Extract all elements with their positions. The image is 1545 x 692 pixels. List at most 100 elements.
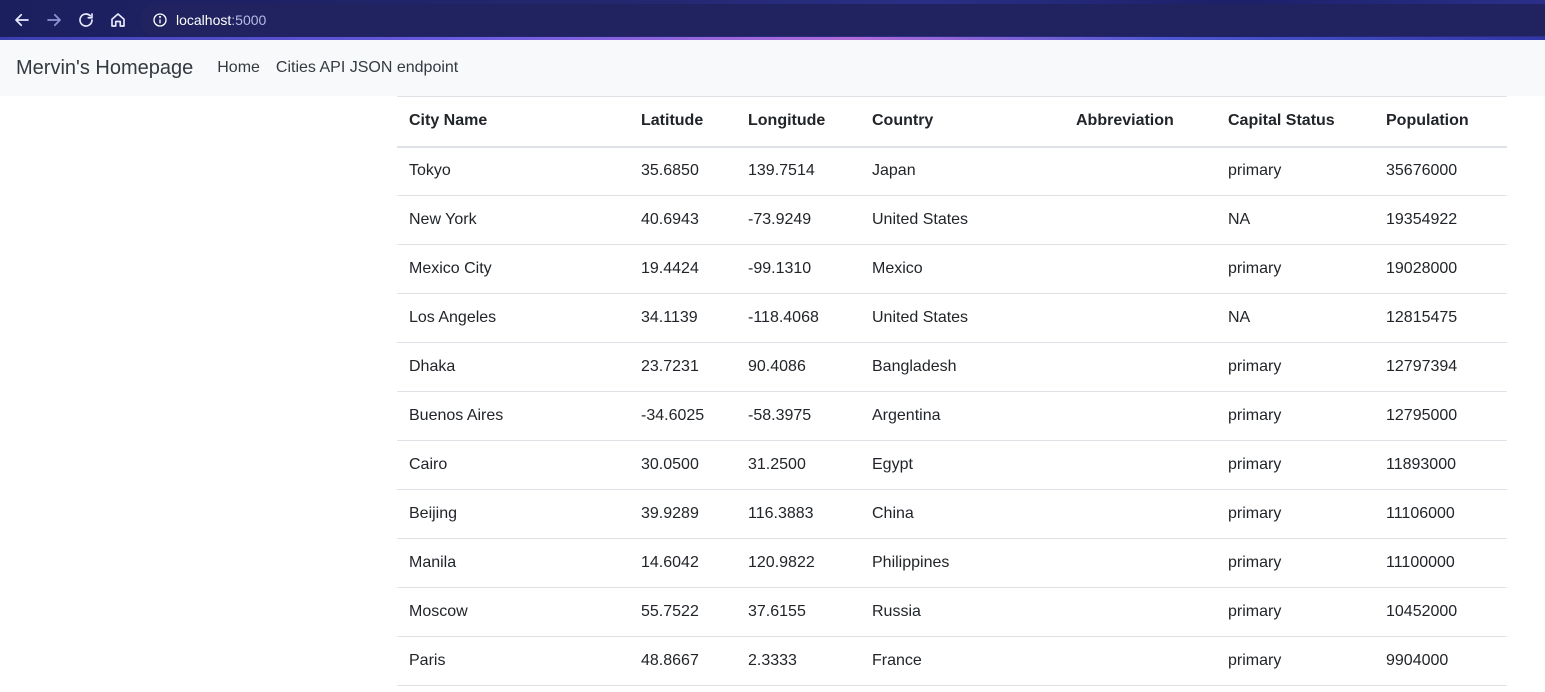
cell-city-name: Moscow [409,603,468,620]
nav-link-cities-api[interactable]: Cities API JSON endpoint [276,59,458,77]
cities-table-container: City Name Latitude Longitude Country Abb… [397,96,1507,686]
cell-longitude: -99.1310 [748,260,812,277]
cell-capital-status: primary [1228,456,1282,473]
table-row: New York 40.6943 -73.9249 United States NA 19… [397,196,1507,245]
table-row: Paris 48.8667 2.3333 France primary 9904000 [397,637,1507,686]
arrow-left-icon [15,13,29,27]
address-host: localhost [176,12,232,28]
cell-abbreviation [1064,490,1216,539]
cell-longitude: 37.6155 [748,603,806,620]
cell-longitude: 31.2500 [748,456,806,473]
cell-latitude: 19.4424 [641,260,699,277]
table-header: City Name Latitude Longitude Country Abb… [397,96,1507,147]
address-port: :5000 [231,12,267,28]
cell-longitude: -118.4068 [748,309,819,326]
cell-longitude: -73.9249 [748,211,812,228]
table-row: Buenos Aires -34.6025 -58.3975 Argentina pri… [397,392,1507,441]
cities-table: City Name Latitude Longitude Country Abb… [397,96,1507,686]
cell-capital-status: NA [1228,211,1251,228]
nav-link-home[interactable]: Home [217,59,260,77]
cell-population: 12795000 [1386,407,1458,424]
cell-abbreviation [1064,539,1216,588]
cell-country: France [872,652,922,669]
back-button[interactable] [6,4,38,36]
cell-latitude: 39.9289 [641,505,699,522]
cell-abbreviation [1064,245,1216,294]
table-row: Beijing 39.9289 116.3883 China primary 111060… [397,490,1507,539]
table-row: Los Angeles 34.1139 -118.4068 United States… [397,294,1507,343]
table-row: Dhaka 23.7231 90.4086 Bangladesh primary 1279… [397,343,1507,392]
cell-capital-status: primary [1228,603,1282,620]
cell-abbreviation [1064,343,1216,392]
cell-city-name: Mexico City [409,260,492,277]
cell-capital-status: primary [1228,162,1282,180]
cell-latitude: 48.8667 [641,652,699,669]
table-header-row: City Name Latitude Longitude Country Abb… [397,96,1507,147]
cell-longitude: 120.9822 [748,554,815,571]
cell-abbreviation [1064,294,1216,343]
cell-city-name: New York [409,211,477,228]
address-bar[interactable]: localhost:5000 [140,4,1545,36]
cell-latitude: -34.6025 [641,407,705,424]
cell-longitude: 139.7514 [748,162,815,180]
cell-capital-status: primary [1228,407,1282,424]
cell-country: United States [872,309,969,326]
cell-population: 11100000 [1386,554,1455,571]
cell-abbreviation [1064,196,1216,245]
cell-longitude: 116.3883 [748,505,814,522]
table-row: Manila 14.6042 120.9822 Philippines primary 1… [397,539,1507,588]
table-row: Moscow 55.7522 37.6155 Russia primary 1045200… [397,588,1507,637]
cell-capital-status: primary [1228,260,1282,277]
header-capital-status: Capital Status [1228,112,1335,130]
cell-population: 35676000 [1386,162,1458,180]
cell-latitude: 35.6850 [641,162,699,180]
cell-country: United States [872,211,969,228]
cell-country: Argentina [872,407,941,424]
cell-latitude: 14.6042 [641,554,699,571]
cell-longitude: 2.3333 [748,652,797,669]
cell-country: Bangladesh [872,358,957,375]
cell-capital-status: primary [1228,554,1282,571]
cell-capital-status: primary [1228,358,1282,375]
cell-city-name: Tokyo [409,162,451,180]
cell-population: 19028000 [1386,260,1458,277]
header-longitude: Longitude [748,112,826,130]
forward-button[interactable] [38,4,70,36]
site-navbar: Mervin's Homepage Home Cities API JSON e… [0,40,1545,96]
cell-abbreviation [1064,441,1216,490]
cell-capital-status: NA [1228,309,1251,326]
info-icon[interactable] [152,12,168,28]
cell-city-name: Beijing [409,505,458,522]
home-button[interactable] [102,4,134,36]
cell-city-name: Buenos Aires [409,407,504,424]
home-icon [111,13,125,27]
cell-population: 10452000 [1386,603,1458,620]
cell-city-name: Los Angeles [409,309,497,326]
cell-abbreviation [1064,392,1216,441]
cell-longitude: -58.3975 [748,407,812,424]
cell-population: 12815475 [1386,309,1458,326]
cell-country: Japan [872,162,916,180]
cell-capital-status: primary [1228,505,1282,522]
cell-country: China [872,505,914,522]
cell-country: Russia [872,603,921,620]
header-city-name: City Name [409,112,488,130]
cell-city-name: Cairo [409,456,448,473]
browser-toolbar: localhost:5000 [0,0,1545,40]
cell-capital-status: primary [1228,652,1282,669]
table-body: Tokyo 35.6850 139.7514 Japan primary 35676000… [397,147,1507,686]
arrow-right-icon [47,13,61,27]
cell-city-name: Manila [409,554,457,571]
reload-icon [79,13,93,27]
cell-abbreviation [1064,147,1216,196]
cell-latitude: 23.7231 [641,358,699,375]
table-row: Cairo 30.0500 31.2500 Egypt primary 11893000 [397,441,1507,490]
cell-country: Mexico [872,260,923,277]
cell-abbreviation [1064,588,1216,637]
cell-country: Egypt [872,456,913,473]
reload-button[interactable] [70,4,102,36]
header-population: Population [1386,112,1469,130]
brand-link[interactable]: Mervin's Homepage [16,57,193,80]
header-latitude: Latitude [641,112,704,130]
cell-population: 11106000 [1386,505,1455,522]
